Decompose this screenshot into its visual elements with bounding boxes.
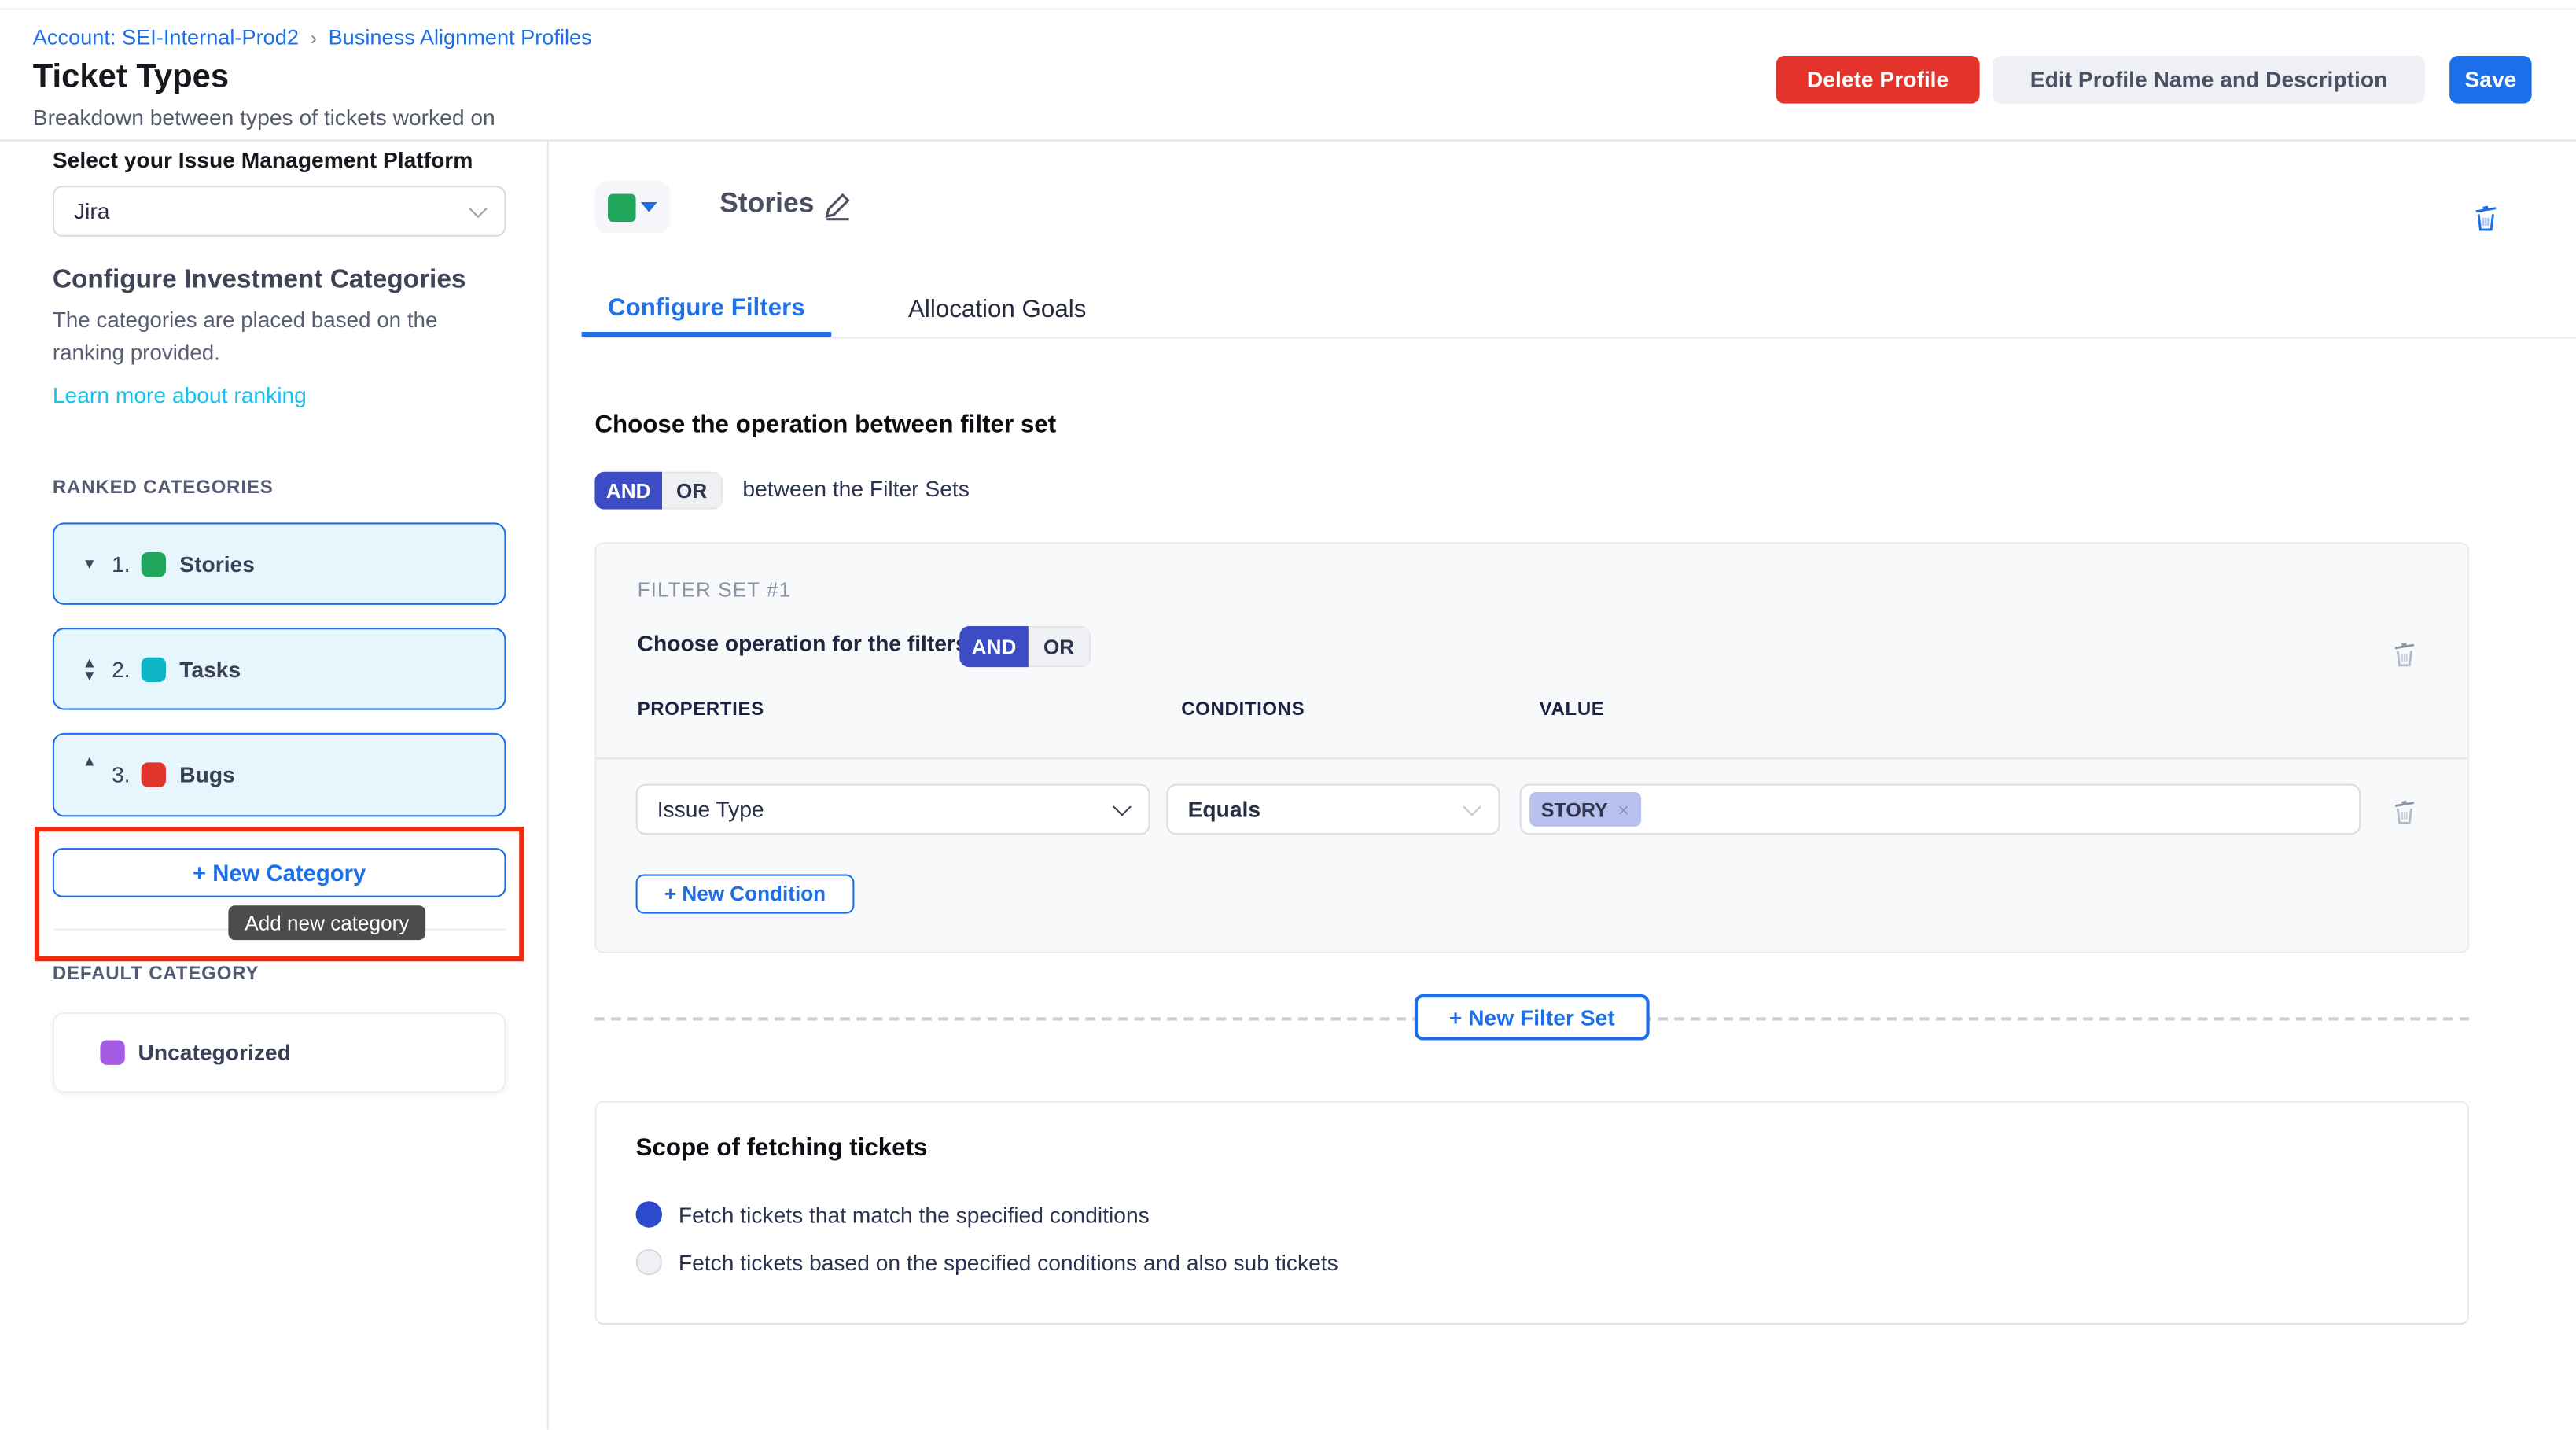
delete-profile-button[interactable]: Delete Profile <box>1776 56 1980 104</box>
filters-operation-toggle[interactable]: AND OR <box>959 626 1091 667</box>
category-rank: 3. <box>112 762 131 787</box>
app-root: Account: SEI-Internal-Prod2 › Business A… <box>0 0 2576 1430</box>
operation-caption: between the Filter Sets <box>742 477 969 501</box>
column-header-conditions: CONDITIONS <box>1181 700 1305 720</box>
breadcrumb-section-link[interactable]: Business Alignment Profiles <box>329 24 592 49</box>
chip-label: STORY <box>1541 798 1608 820</box>
chevron-down-icon <box>469 198 488 217</box>
category-color-swatch <box>142 551 166 576</box>
radio-label: Fetch tickets that match the specified c… <box>679 1202 1150 1226</box>
default-category-card[interactable]: Uncategorized <box>53 1012 506 1093</box>
or-toggle-off[interactable]: OR <box>662 472 723 510</box>
page-subtitle: Breakdown between types of tickets worke… <box>33 105 495 130</box>
selected-category-title: Stories <box>719 187 814 220</box>
edit-profile-button[interactable]: Edit Profile Name and Description <box>1993 56 2424 104</box>
filter-set-label: FILTER SET #1 <box>638 578 792 601</box>
property-select[interactable]: Issue Type <box>636 784 1150 835</box>
trash-icon <box>2390 638 2419 669</box>
tab-configure-filters[interactable]: Configure Filters <box>582 282 832 337</box>
operation-heading: Choose the operation between filter set <box>594 411 1056 439</box>
breadcrumb: Account: SEI-Internal-Prod2 › Business A… <box>33 24 592 49</box>
platform-select-label: Select your Issue Management Platform <box>53 148 473 172</box>
category-color-swatch <box>142 762 166 787</box>
sort-up-down-icon[interactable]: ▲▼ <box>77 656 101 682</box>
chip-remove-icon[interactable]: × <box>1617 798 1629 820</box>
radio-label: Fetch tickets based on the specified con… <box>679 1250 1338 1274</box>
property-select-value: Issue Type <box>657 797 764 821</box>
sidebar-divider <box>547 142 549 1430</box>
chevron-down-icon <box>1463 797 1481 816</box>
learn-more-ranking-link[interactable]: Learn more about ranking <box>53 383 307 407</box>
and-toggle-on[interactable]: AND <box>594 472 662 510</box>
filters-operation-label: Choose operation for the filters <box>638 631 968 655</box>
sort-up-icon[interactable]: ▲ <box>77 754 101 767</box>
radio-selected-icon[interactable] <box>636 1201 662 1227</box>
category-card-tasks[interactable]: ▲▼ 2. Tasks <box>53 628 506 709</box>
delete-filter-set-button[interactable] <box>2390 638 2419 669</box>
pencil-icon <box>822 189 855 222</box>
configure-categories-title: Configure Investment Categories <box>53 266 466 296</box>
edit-category-name-button[interactable] <box>822 189 855 222</box>
category-rank: 2. <box>112 657 131 681</box>
category-color-swatch <box>100 1041 124 1065</box>
chevron-down-icon <box>1113 797 1132 816</box>
radio-unselected-icon[interactable] <box>636 1249 662 1275</box>
tabbar-divider <box>582 337 2576 338</box>
or-toggle-off[interactable]: OR <box>1029 626 1091 667</box>
and-toggle-on[interactable]: AND <box>959 626 1029 667</box>
category-name: Stories <box>179 551 255 576</box>
header-divider <box>0 140 2576 142</box>
scope-option-subtickets[interactable]: Fetch tickets based on the specified con… <box>636 1249 1338 1275</box>
filter-set-divider <box>596 757 2467 759</box>
category-color-picker[interactable] <box>594 181 670 234</box>
chevron-right-icon: › <box>311 25 317 48</box>
column-header-properties: PROPERTIES <box>638 700 764 720</box>
column-header-value: VALUE <box>1540 700 1605 720</box>
category-name: Bugs <box>179 762 235 787</box>
category-name: Uncategorized <box>138 1041 291 1065</box>
category-color-swatch <box>142 657 166 681</box>
condition-select-value: Equals <box>1188 797 1260 821</box>
platform-select-value: Jira <box>74 199 109 223</box>
breadcrumb-account-link[interactable]: Account: SEI-Internal-Prod2 <box>33 24 299 49</box>
new-condition-button[interactable]: + New Condition <box>636 875 855 914</box>
category-card-bugs[interactable]: ▲ 3. Bugs <box>53 733 506 817</box>
category-rank: 1. <box>112 551 131 576</box>
platform-select[interactable]: Jira <box>53 186 506 237</box>
configure-categories-description: The categories are placed based on the r… <box>53 304 467 368</box>
category-name: Tasks <box>179 657 241 681</box>
tab-allocation-goals[interactable]: Allocation Goals <box>892 282 1102 337</box>
trash-icon <box>2471 201 2501 234</box>
delete-category-button[interactable] <box>2471 201 2501 234</box>
filter-set-card <box>594 542 2469 953</box>
delete-condition-button[interactable] <box>2390 795 2419 827</box>
value-chip-story: STORY × <box>1529 792 1640 827</box>
default-category-label: DEFAULT CATEGORY <box>53 964 259 984</box>
page-header: Account: SEI-Internal-Prod2 › Business A… <box>0 10 2576 142</box>
scope-option-match[interactable]: Fetch tickets that match the specified c… <box>636 1201 1150 1227</box>
scope-heading: Scope of fetching tickets <box>636 1134 928 1163</box>
sort-down-icon[interactable]: ▼ <box>77 557 101 570</box>
condition-select[interactable]: Equals <box>1166 784 1500 835</box>
category-card-stories[interactable]: ▼ 1. Stories <box>53 522 506 604</box>
value-multiselect-input[interactable]: STORY × <box>1520 784 2361 835</box>
filter-set-operation-toggle[interactable]: AND OR <box>594 472 723 510</box>
save-button[interactable]: Save <box>2449 56 2531 104</box>
color-swatch-icon <box>608 193 636 221</box>
annotation-highlight-box <box>35 827 524 961</box>
page-title: Ticket Types <box>33 59 229 97</box>
caret-down-icon <box>641 202 657 212</box>
trash-icon <box>2390 795 2419 827</box>
ranked-categories-label: RANKED CATEGORIES <box>53 478 274 498</box>
new-filter-set-button[interactable]: + New Filter Set <box>1415 994 1650 1041</box>
